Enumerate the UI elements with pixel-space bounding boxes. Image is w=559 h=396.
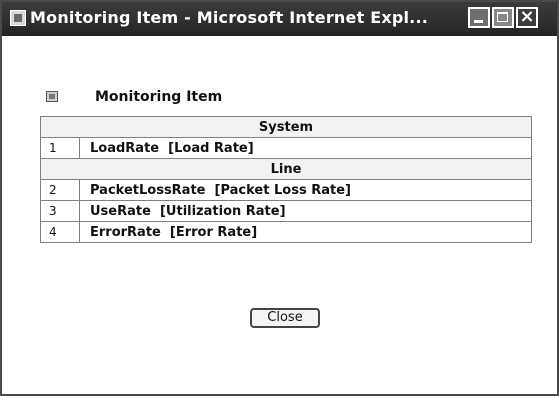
panel-header: Monitoring Item [40,82,532,116]
list-icon [46,91,58,102]
row-number: 4 [40,221,80,243]
maximize-button[interactable] [492,7,514,28]
row-number: 1 [40,137,80,159]
panel-title: Monitoring Item [95,89,223,105]
monitoring-items-table: System 1 LoadRate [Load Rate] Line 2 Pac… [40,116,532,243]
monitoring-item-panel: Monitoring Item System 1 LoadRate [Load … [40,82,532,243]
item-label[interactable]: LoadRate [Load Rate] [79,137,532,159]
minimize-button[interactable] [468,7,490,28]
group-header-row: System [40,116,532,138]
group-header-system: System [40,116,532,138]
maximize-icon [497,12,508,22]
window-close-button[interactable]: × [516,6,538,28]
table-row[interactable]: 4 ErrorRate [Error Rate] [40,221,532,243]
table-row[interactable]: 1 LoadRate [Load Rate] [40,137,532,159]
table-row[interactable]: 2 PacketLossRate [Packet Loss Rate] [40,179,532,201]
close-icon: × [519,6,535,27]
browser-popup-window: Monitoring Item - Microsoft Internet Exp… [0,0,559,396]
row-number: 2 [40,179,80,201]
table-row[interactable]: 3 UseRate [Utilization Rate] [40,200,532,222]
close-button[interactable]: Close [250,308,320,328]
item-label[interactable]: ErrorRate [Error Rate] [79,221,532,243]
minimize-icon [474,20,483,23]
ie-window-icon[interactable] [10,10,26,26]
row-number: 3 [40,200,80,222]
item-label[interactable]: UseRate [Utilization Rate] [79,200,532,222]
group-header-row: Line [40,158,532,180]
title-bar[interactable]: Monitoring Item - Microsoft Internet Exp… [2,2,557,36]
window-title: Monitoring Item - Microsoft Internet Exp… [30,8,429,27]
item-label[interactable]: PacketLossRate [Packet Loss Rate] [79,179,532,201]
group-header-line: Line [40,158,532,180]
